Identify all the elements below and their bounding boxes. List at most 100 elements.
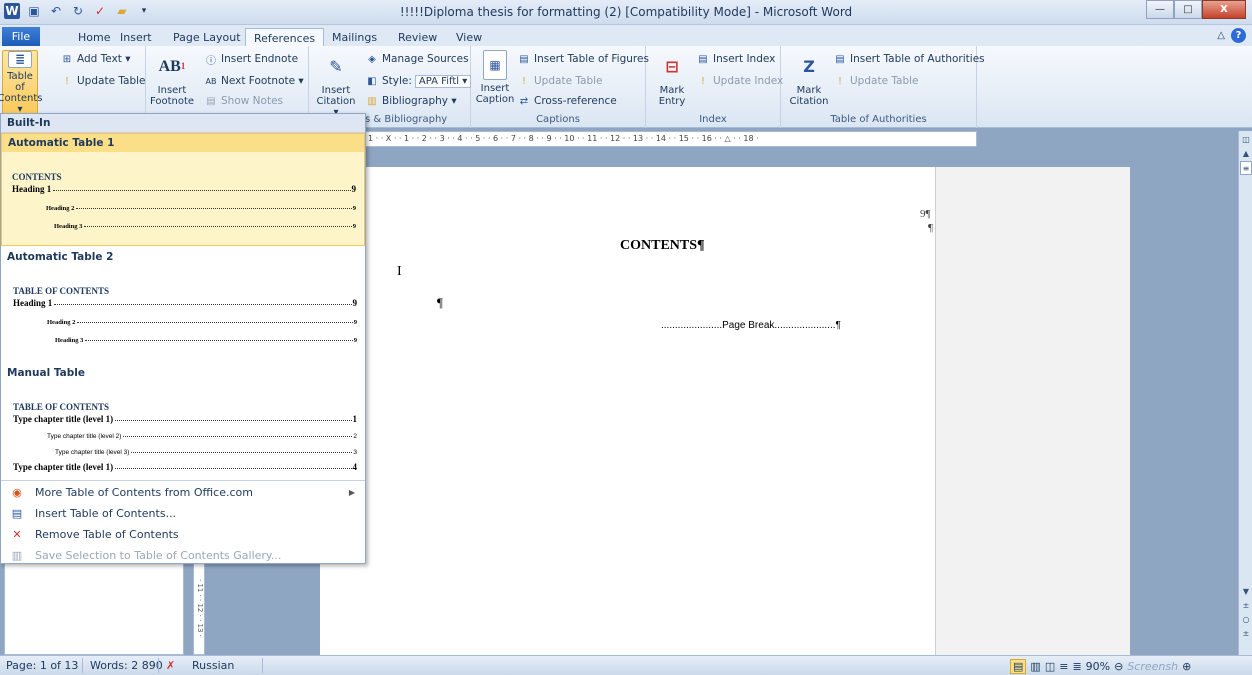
insert-index-button[interactable]: ▤ Insert Index [696, 52, 775, 66]
caption-label-2: Caption [475, 94, 515, 105]
outline-icon[interactable]: ≡ [1059, 660, 1068, 673]
vertical-scrollbar[interactable]: ◫ ▲ ≡ ▼ ± ○ ± [1238, 131, 1252, 655]
page-number: 9¶ [920, 208, 931, 220]
web-layout-icon[interactable]: ◫ [1045, 660, 1055, 673]
scroll-up-icon[interactable]: ▲ [1240, 147, 1252, 159]
submenu-arrow-icon: ▶ [348, 488, 355, 497]
insert-table-of-figures-button[interactable]: ▤ Insert Table of Figures [517, 52, 649, 66]
insert-footnote-button[interactable]: AB 1 Insert Footnote [150, 50, 194, 107]
paragraph-mark: ¶ [928, 222, 933, 234]
update-table-label: Update Table [77, 75, 146, 87]
gallery-item-automatic-table-2[interactable]: Automatic Table 2 TABLE OF CONTENTS Head… [1, 248, 365, 362]
update-index-button[interactable]: ! Update Index [696, 74, 783, 88]
save-selection-to-gallery-button[interactable]: ▥ Save Selection to Table of Contents Ga… [1, 545, 365, 566]
add-text-button[interactable]: ⊞ Add Text ▾ [60, 52, 131, 66]
gallery-item-manual-table[interactable]: Manual Table TABLE OF CONTENTS Type chap… [1, 364, 365, 478]
view-ruler-icon[interactable]: ◫ [1240, 133, 1252, 145]
style-dropdown[interactable]: APA Fiftl ▾ [414, 74, 472, 88]
scroll-down-icon[interactable]: ▼ [1240, 585, 1252, 597]
insert-endnote-button[interactable]: ⓘ Insert Endnote [204, 52, 298, 67]
scroll-track[interactable] [1239, 177, 1252, 583]
minimize-ribbon-icon[interactable]: △ [1217, 30, 1225, 41]
bibliography-icon: ▥ [367, 95, 377, 107]
close-button[interactable]: X [1202, 0, 1246, 19]
gallery-item-title: Manual Table [7, 367, 85, 379]
maximize-button[interactable]: □ [1174, 0, 1202, 19]
insert-caption-button[interactable]: ▦ Insert Caption [475, 50, 515, 105]
toc-preview: CONTENTS Heading 1 9 Heading 2 9 Heading 3… [12, 172, 356, 230]
preview-line-label: Heading 1 [13, 298, 53, 308]
full-screen-reading-icon[interactable]: ▥ [1030, 660, 1040, 673]
language-indicator[interactable]: Russian [192, 659, 234, 672]
select-browse-object-icon[interactable]: ○ [1240, 613, 1252, 625]
cross-reference-label: Cross-reference [534, 95, 617, 107]
update-table-button[interactable]: ! Update Table [60, 74, 146, 88]
preview-line: Heading 1 9 [13, 296, 357, 308]
update-authorities-button[interactable]: ! Update Table [833, 74, 919, 88]
minimize-button[interactable]: — [1146, 0, 1174, 19]
previous-page-icon[interactable]: ± [1240, 599, 1252, 611]
more-toc-from-office-button[interactable]: ◉ More Table of Contents from Office.com… [1, 482, 365, 503]
update-figures-table-button[interactable]: ! Update Table [517, 74, 603, 88]
caption-label-1: Insert [480, 83, 510, 94]
tab-view[interactable]: View [448, 28, 490, 47]
zoom-slider[interactable]: Screensh [1127, 660, 1178, 673]
tab-review[interactable]: Review [390, 28, 445, 47]
leader-dots [131, 452, 353, 453]
preview-line: Heading 3 9 [13, 332, 357, 344]
tab-insert[interactable]: Insert [112, 28, 160, 47]
page-count[interactable]: Page: 1 of 13 [6, 659, 78, 672]
remove-toc-button[interactable]: ✕ Remove Table of Contents [1, 524, 365, 545]
preview-line-page: 9 [353, 319, 357, 326]
show-notes-button[interactable]: ▤ Show Notes [204, 94, 283, 108]
mark-citation-button[interactable]: Z Mark Citation [789, 50, 829, 107]
mark-entry-label-1: Mark [659, 85, 685, 96]
mark-entry-button[interactable]: ⊟ Mark Entry [654, 50, 690, 107]
horizontal-ruler[interactable]: 1 · · X · · 1 · · 2 · · 3 · · 4 · · 5 · … [365, 131, 977, 147]
bibliography-button[interactable]: ▥ Bibliography ▾ [365, 94, 456, 108]
preview-line: Type chapter title (level 3) 3 [13, 444, 357, 456]
scroll-thumb[interactable]: ≡ [1240, 161, 1252, 175]
draft-icon[interactable]: ≣ [1072, 660, 1081, 673]
leader-dots [85, 340, 353, 341]
help-icon[interactable]: ? [1231, 28, 1246, 43]
navigation-pane[interactable] [4, 560, 184, 655]
leader-dots [54, 304, 352, 305]
insert-table-of-authorities-button[interactable]: ▤ Insert Table of Authorities [833, 52, 984, 66]
update-table-icon: ! [64, 75, 69, 87]
print-layout-icon[interactable]: ▤ [1010, 659, 1027, 674]
insert-citation-button[interactable]: ✎ Insert Citation ▾ [313, 50, 359, 118]
next-footnote-button[interactable]: AB Next Footnote ▾ [204, 74, 304, 88]
zoom-out-icon[interactable]: ⊖ [1114, 660, 1123, 673]
insert-toc-button[interactable]: ▤ Insert Table of Contents... [1, 503, 365, 524]
tab-references[interactable]: References [245, 28, 325, 47]
next-page-icon[interactable]: ± [1240, 627, 1252, 639]
contents-heading[interactable]: CONTENTS¶ [620, 238, 705, 254]
tab-mailings[interactable]: Mailings [324, 28, 385, 47]
table-of-authorities-icon: ▤ [835, 53, 845, 65]
preview-line-label: Heading 2 [47, 319, 76, 326]
table-of-contents-button[interactable]: ≣ Table of Contents ▾ [0, 50, 43, 116]
gallery-item-automatic-table-1[interactable]: Automatic Table 1 CONTENTS Heading 1 9 He… [1, 133, 365, 246]
more-toc-label: More Table of Contents from Office.com [35, 486, 253, 499]
preview-heading: CONTENTS [12, 172, 62, 182]
tab-page-layout[interactable]: Page Layout [165, 28, 249, 47]
mark-citation-label-1: Mark [796, 85, 822, 96]
captions-group: ▦ Insert Caption ▤ Insert Table of Figur… [471, 46, 649, 128]
zoom-in-icon[interactable]: ⊕ [1182, 660, 1191, 673]
window-title: !!!!!Diploma thesis for formatting (2) [… [399, 5, 853, 19]
vertical-ruler[interactable]: · 11 · · 12 · · 13 · [193, 560, 205, 655]
cross-reference-button[interactable]: ⇄ Cross-reference [517, 94, 617, 108]
style-label: Style: [382, 75, 412, 87]
style-selector[interactable]: ◧ Style: APA Fiftl ▾ [365, 74, 472, 88]
next-footnote-icon: AB [205, 76, 217, 86]
proofing-icon[interactable]: ✗ [166, 659, 175, 672]
footnote-label-1: Insert [157, 85, 187, 96]
pilcrow: ¶ [437, 295, 443, 310]
tab-file[interactable]: File [2, 27, 40, 47]
cross-reference-icon: ⇄ [519, 95, 529, 107]
word-count[interactable]: Words: 2 890 [90, 659, 163, 672]
zoom-level[interactable]: 90% [1086, 660, 1110, 673]
manage-sources-button[interactable]: ◈ Manage Sources [365, 52, 468, 66]
preview-line: Heading 3 9 [12, 218, 356, 230]
